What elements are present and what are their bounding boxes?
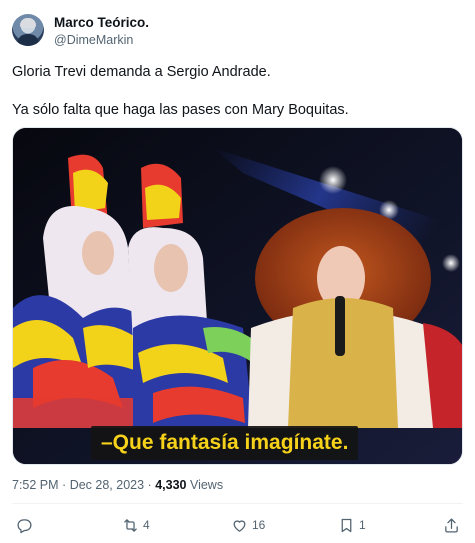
- bookmark-icon: [341, 518, 352, 532]
- views-label: Views: [189, 478, 224, 492]
- tweet-meta: 7:52 PM · Dec 28, 2023 · 4,330 Views: [12, 478, 223, 492]
- like-button[interactable]: 16: [231, 512, 265, 538]
- tweet-time[interactable]: 7:52 PM: [12, 478, 59, 492]
- tweet-text-line-1: Gloria Trevi demanda a Sergio Andrade.: [12, 64, 271, 80]
- tweet-date[interactable]: Dec 28, 2023: [70, 478, 144, 492]
- avatar-hair: [20, 18, 36, 28]
- bookmark-count: 1: [359, 518, 366, 532]
- reply-button[interactable]: [16, 512, 37, 538]
- views-count: 4,330: [155, 478, 187, 492]
- author-handle[interactable]: @DimeMarkin: [54, 33, 133, 47]
- meta-separator: ·: [62, 478, 67, 492]
- retweet-icon: [124, 518, 137, 532]
- tweet-text: Gloria Trevi demanda a Sergio Andrade. Y…: [12, 62, 462, 120]
- video-subtitle: –Que fantasía imagínate.: [91, 426, 359, 460]
- meta-separator-2: ·: [147, 478, 152, 492]
- retweet-count: 4: [143, 518, 150, 532]
- divider: [12, 503, 463, 504]
- author-avatar[interactable]: [12, 14, 44, 46]
- share-icon: [445, 517, 458, 533]
- heart-icon: [233, 519, 246, 532]
- share-button[interactable]: [443, 512, 460, 538]
- like-count: 16: [252, 518, 266, 532]
- author-display-name[interactable]: Marco Teórico.: [54, 15, 149, 30]
- bookmark-button[interactable]: 1: [338, 512, 366, 538]
- tweet-card: Marco Teórico. @DimeMarkin Gloria Trevi …: [0, 0, 475, 543]
- retweet-button[interactable]: 4: [122, 512, 150, 538]
- video-frame-illustration: [13, 128, 462, 464]
- tweet-text-line-2: Ya sólo falta que haga las pases con Mar…: [12, 102, 349, 118]
- reply-icon: [17, 518, 32, 533]
- tweet-media-video[interactable]: –Que fantasía imagínate.: [12, 127, 463, 465]
- tweet-actions: 4 16 1: [0, 512, 475, 538]
- avatar-body: [17, 34, 39, 46]
